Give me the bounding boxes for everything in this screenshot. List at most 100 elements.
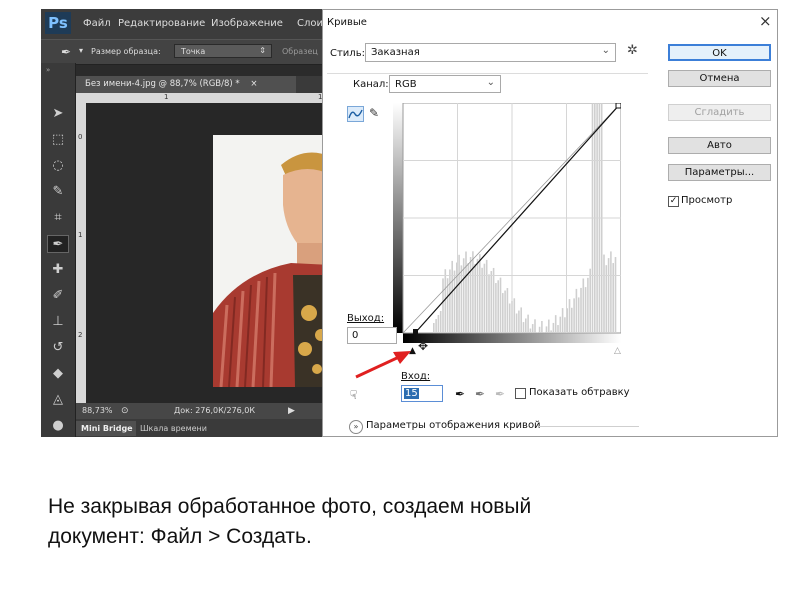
white-point-slider-icon[interactable]: △ <box>614 346 621 356</box>
menu-image[interactable]: Изображение <box>211 18 283 29</box>
histogram-bar <box>513 298 516 333</box>
input-field[interactable]: 15 <box>401 385 443 402</box>
close-tab-icon[interactable]: × <box>250 79 257 89</box>
ps-logo: Ps <box>45 12 71 34</box>
document-tab[interactable]: Без имени-4.jpg @ 88,7% (RGB/8) * × <box>76 76 296 93</box>
chevron-down-icon[interactable]: ▾ <box>79 46 83 55</box>
histogram-bar <box>580 287 582 333</box>
tab-timeline[interactable]: Шкала времени <box>140 421 207 436</box>
options-bar: ✒ ▾ Размер образца: Точка ⇕ Образец <box>41 39 331 65</box>
quick-select-tool-icon[interactable]: ✎ <box>47 183 69 201</box>
sample-size-select[interactable]: Точка ⇕ <box>174 44 272 58</box>
updown-icon: ⇕ <box>259 46 266 55</box>
tools-panel: » ➤ ⬚ ◌ ✎ ⌗ ✒ ✚ ✐ ⊥ ↺ ◆ ◬ ● <box>41 63 76 437</box>
curve-display-options-label: Параметры отображения кривой <box>366 420 541 431</box>
on-image-adjust-icon[interactable]: ☟ <box>350 388 357 402</box>
ruler-top: 1 1 <box>76 93 331 103</box>
show-clipping-checkbox[interactable] <box>515 388 526 399</box>
ok-button[interactable]: OK <box>668 44 771 61</box>
lasso-tool-icon[interactable]: ◌ <box>47 157 69 175</box>
histogram-bar <box>515 313 518 333</box>
chevron-down-icon: ⌄ <box>486 77 495 88</box>
histogram-bar <box>437 315 440 333</box>
move-cursor-icon: ✥ <box>418 339 429 353</box>
bottom-panel-tabs: Mini Bridge Шкала времени <box>76 419 331 437</box>
eyedropper-icon[interactable]: ✒ <box>61 45 71 59</box>
gear-icon[interactable]: ✲ <box>627 43 638 58</box>
histogram-bar <box>465 251 467 333</box>
output-value: 0 <box>352 330 359 341</box>
play-icon[interactable]: ▶ <box>288 403 295 419</box>
curves-graph[interactable] <box>393 102 622 346</box>
channel-select[interactable]: RGB ⌄ <box>389 75 501 93</box>
histogram-bar <box>490 271 493 333</box>
crop-tool-icon[interactable]: ⌗ <box>47 209 69 227</box>
close-icon[interactable]: × <box>759 12 772 30</box>
histogram-bar <box>584 287 587 333</box>
history-brush-tool-icon[interactable]: ↺ <box>47 339 69 357</box>
black-eyedropper-icon[interactable]: ✒ <box>455 387 465 401</box>
histogram-bar <box>568 299 571 333</box>
channel-label: Канал: <box>353 79 389 90</box>
histogram-bar <box>472 251 474 333</box>
preset-select[interactable]: Заказная ⌄ <box>365 43 616 62</box>
histogram-bar <box>582 278 585 333</box>
menu-edit[interactable]: Редактирование <box>118 18 205 29</box>
histogram-bar <box>603 254 605 333</box>
histogram-bar <box>444 269 447 333</box>
pencil-mode-icon[interactable]: ✎ <box>369 106 379 120</box>
histogram-bar <box>488 274 490 333</box>
options-button[interactable]: Параметры... <box>668 164 771 181</box>
gray-eyedropper-icon[interactable]: ✒ <box>475 387 485 401</box>
histogram-bar <box>554 315 557 333</box>
output-field[interactable]: 0 <box>347 327 397 344</box>
histogram-bar <box>561 308 564 333</box>
curve-point-mode-icon[interactable] <box>347 106 364 122</box>
status-bar: 88,73% ⊙ Док: 276,0К/276,0К ▶ <box>76 403 331 419</box>
cancel-button[interactable]: Отмена <box>668 70 771 87</box>
auto-button[interactable]: Авто <box>668 137 771 154</box>
marquee-tool-icon[interactable]: ⬚ <box>47 131 69 149</box>
histogram-bar <box>469 257 472 333</box>
histogram-bar <box>525 318 527 333</box>
eyedropper-tool-icon[interactable]: ✒ <box>47 235 69 253</box>
histogram-bar <box>571 307 573 333</box>
zoom-level[interactable]: 88,73% <box>82 403 113 419</box>
curves-graph-svg[interactable] <box>393 102 622 346</box>
histogram-bar <box>559 316 562 333</box>
curve-point-white <box>615 102 622 109</box>
white-eyedropper-icon[interactable]: ✒ <box>495 387 505 401</box>
menu-layers[interactable]: Слои <box>297 18 323 29</box>
divider <box>327 73 648 74</box>
brush-tool-icon[interactable]: ✐ <box>47 287 69 305</box>
ruler-tick-label: 2 <box>78 331 83 339</box>
smooth-button[interactable]: Сгладить <box>668 104 771 121</box>
input-value: 15 <box>404 388 419 399</box>
input-gradient-bar <box>403 333 621 343</box>
histogram-bar <box>531 324 534 333</box>
menu-file[interactable]: Файл <box>83 18 111 29</box>
document-photo <box>213 135 331 388</box>
curves-dialog: Кривые × Стиль: Заказная ⌄ ✲ Канал: RGB … <box>322 9 778 437</box>
healing-tool-icon[interactable]: ✚ <box>47 261 69 279</box>
tab-label: Mini Bridge <box>81 424 133 433</box>
bucket-tool-icon[interactable]: ◬ <box>47 391 69 409</box>
eraser-tool-icon[interactable]: ◆ <box>47 365 69 383</box>
histogram-bar <box>607 258 610 333</box>
move-tool-icon[interactable]: ➤ <box>47 105 69 123</box>
tab-mini-bridge[interactable]: Mini Bridge <box>76 421 136 436</box>
preview-checkbox[interactable]: ✓ <box>668 196 679 207</box>
curve-point-black <box>413 329 418 334</box>
panel-collapse-icon[interactable]: » <box>46 66 50 74</box>
ruler-left: 0 1 2 <box>76 103 86 403</box>
status-info-icon[interactable]: ⊙ <box>121 403 129 419</box>
stamp-tool-icon[interactable]: ⊥ <box>47 313 69 331</box>
histogram-bar <box>504 290 506 333</box>
histogram-bar <box>548 319 550 333</box>
expand-toggle-icon[interactable]: » <box>349 420 363 434</box>
dodge-tool-icon[interactable]: ● <box>47 417 69 435</box>
histogram-bar <box>577 297 580 333</box>
histogram-bar <box>474 263 476 333</box>
preview-label: Просмотр <box>681 195 733 206</box>
histogram-bar <box>538 326 541 333</box>
